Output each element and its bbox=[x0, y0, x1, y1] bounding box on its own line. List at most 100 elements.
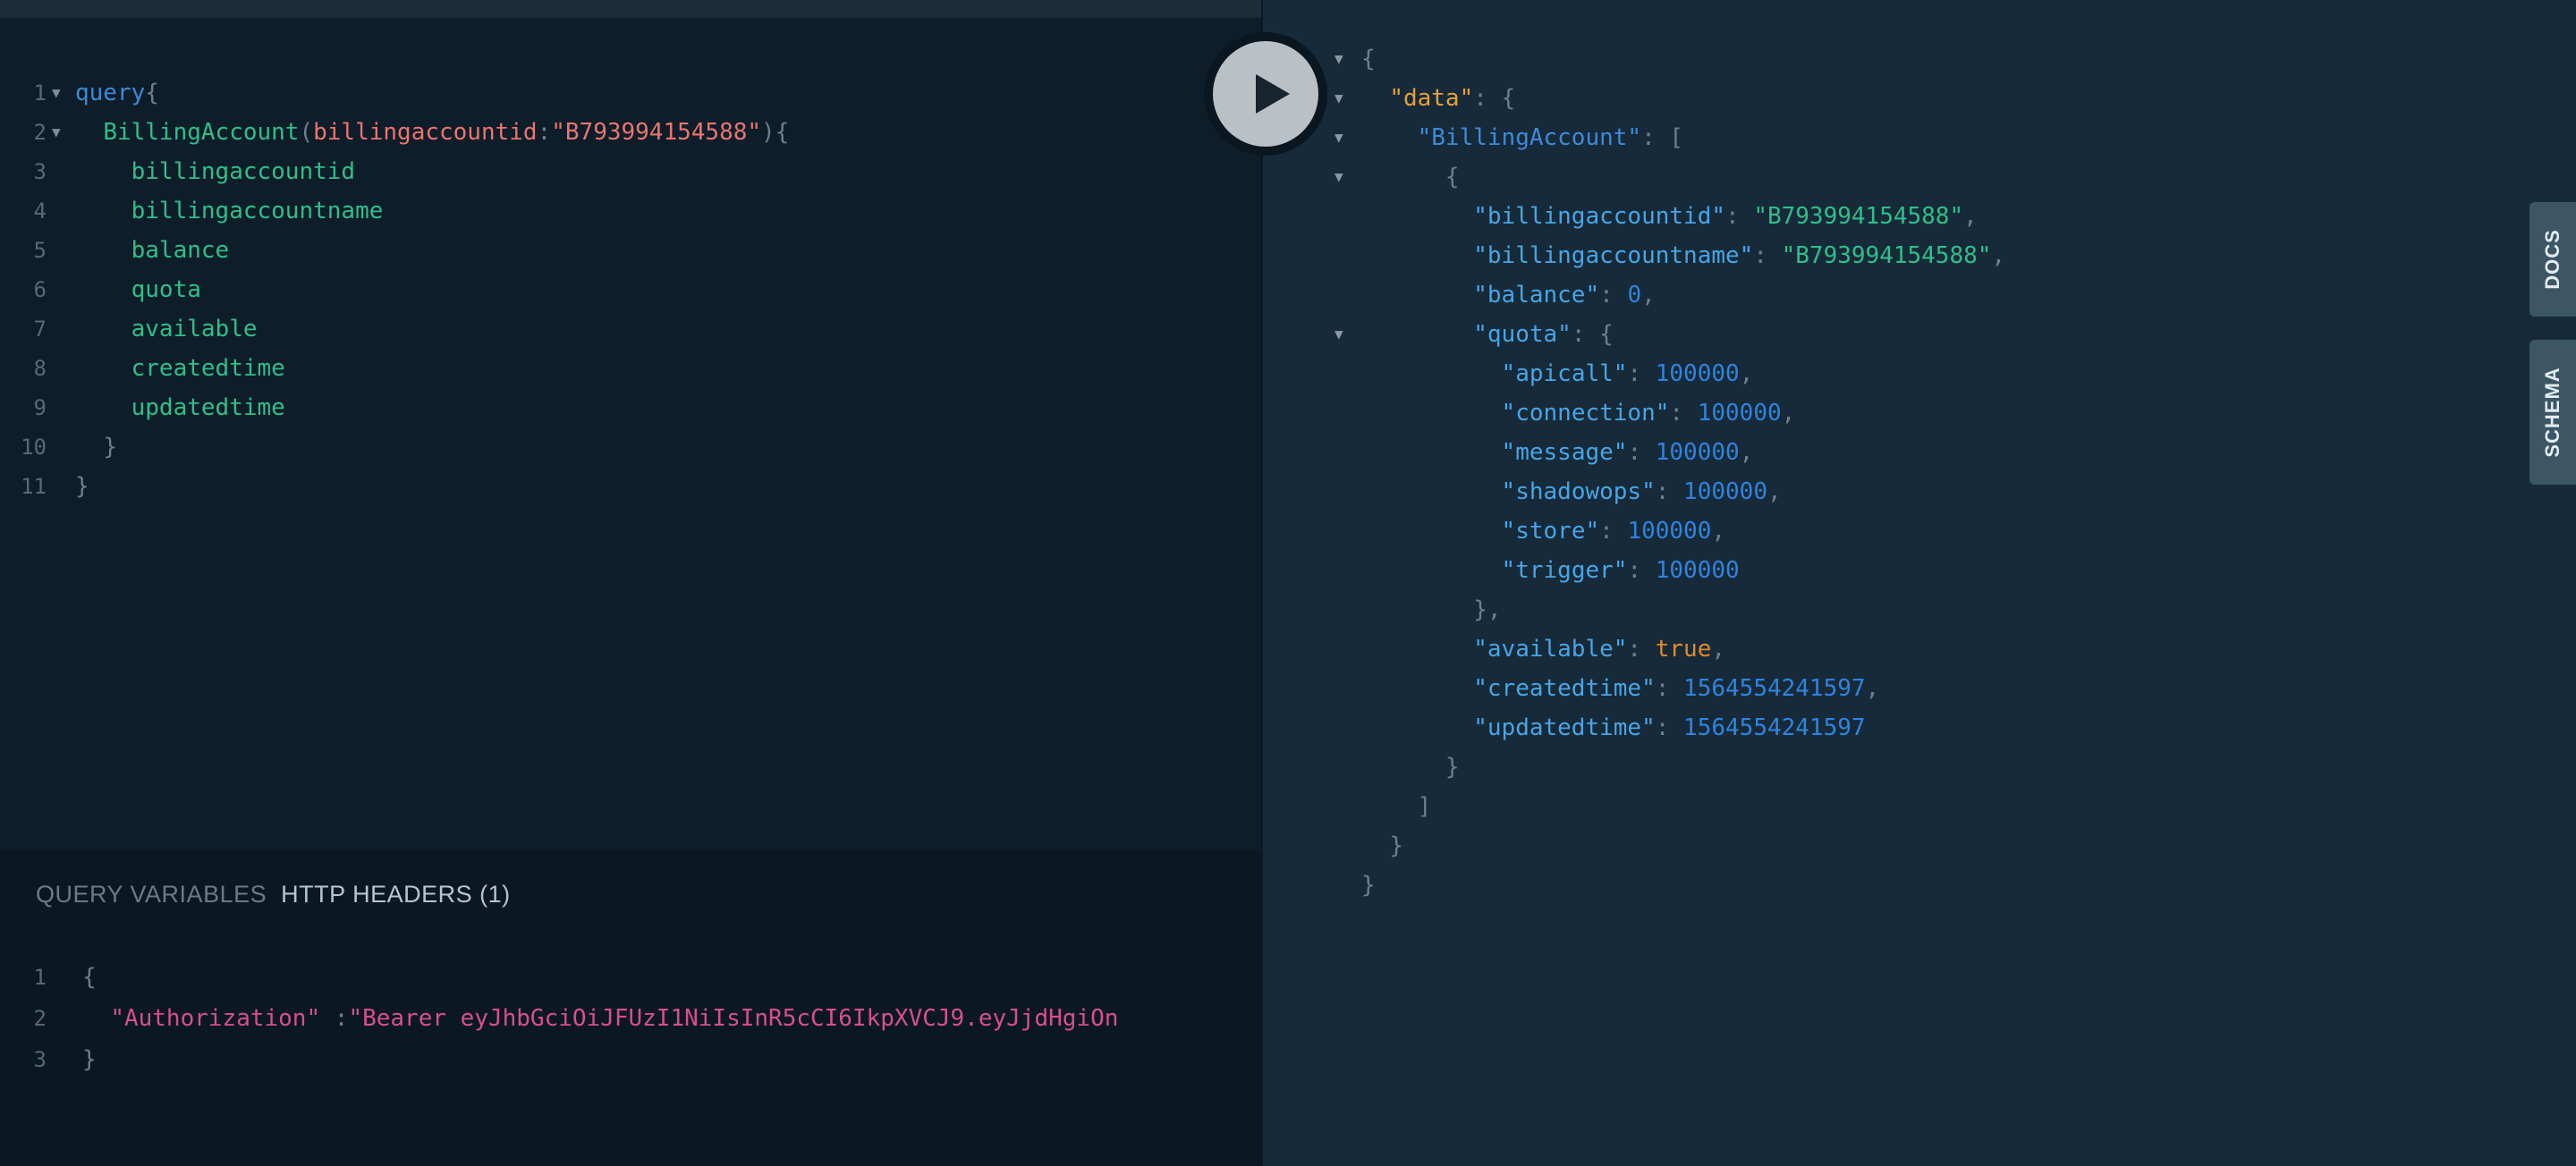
tab-query-variables[interactable]: QUERY VARIABLES bbox=[36, 876, 267, 912]
schema-tab[interactable]: SCHEMA bbox=[2529, 340, 2576, 485]
code-line[interactable]: 5 balance bbox=[0, 231, 1261, 270]
result-text: { bbox=[1361, 39, 1376, 79]
code-token: 100000 bbox=[1655, 360, 1740, 387]
code-text: } bbox=[75, 427, 117, 467]
line-number: 11 bbox=[21, 474, 47, 499]
line-number: 7 bbox=[33, 317, 47, 342]
fold-arrow-icon[interactable]: ▼ bbox=[1335, 79, 1343, 118]
result-line: ▼ "quota": { bbox=[1263, 315, 2426, 354]
code-token: { bbox=[82, 964, 97, 991]
fold-arrow-icon[interactable]: ▼ bbox=[52, 73, 61, 113]
variables-pane: QUERY VARIABLES HTTP HEADERS (1) 1{2 "Aut… bbox=[0, 849, 1261, 1166]
code-token: 1564554241597 bbox=[1683, 714, 1866, 741]
fold-arrow-icon[interactable]: ▼ bbox=[1335, 39, 1343, 79]
code-line[interactable]: 2 ▼ BillingAccount(billingaccountid:"B793… bbox=[0, 113, 1261, 152]
execute-button-face[interactable] bbox=[1213, 41, 1318, 147]
code-text: "Authorization" :"Bearer eyJhbGciOiJFUzI… bbox=[82, 998, 1118, 1039]
code-line[interactable]: 1 ▼ query{ bbox=[0, 73, 1261, 113]
code-token: "B793994154588" bbox=[1753, 203, 1964, 230]
code-token: { bbox=[1361, 46, 1376, 72]
code-token: : [ bbox=[1641, 124, 1684, 151]
code-line[interactable]: 4 billingaccountname bbox=[0, 191, 1261, 231]
line-number: 2 bbox=[33, 1006, 47, 1031]
code-line[interactable]: 10 } bbox=[0, 427, 1261, 467]
code-token: true bbox=[1655, 636, 1712, 663]
code-token: 100000 bbox=[1655, 557, 1740, 584]
fold-arrow-icon[interactable]: ▼ bbox=[1335, 315, 1343, 354]
code-line[interactable]: 7 available bbox=[0, 309, 1261, 349]
query-editor[interactable]: 1 ▼ query{2 ▼ BillingAccount(billingaccount… bbox=[0, 18, 1261, 849]
code-line[interactable]: 1{ bbox=[0, 957, 1261, 998]
line-number: 3 bbox=[33, 159, 47, 184]
result-text: "createdtime": 1564554241597, bbox=[1361, 669, 1879, 708]
result-line: ▼ "data": { bbox=[1263, 79, 2426, 118]
fold-arrow-icon[interactable]: ▼ bbox=[1335, 157, 1343, 197]
result-text: "connection": 100000, bbox=[1361, 393, 1796, 433]
code-token: , bbox=[1711, 518, 1726, 545]
code-text: billingaccountname bbox=[75, 191, 384, 231]
code-token: : bbox=[537, 119, 552, 146]
code-token: { bbox=[775, 119, 790, 146]
result-line: "apicall": 100000, bbox=[1263, 354, 2426, 393]
line-number: 4 bbox=[33, 199, 47, 224]
code-token: "message" bbox=[1501, 439, 1628, 466]
code-token: , bbox=[1711, 636, 1726, 663]
result-line: ] bbox=[1263, 787, 2426, 826]
result-line: "trigger": 100000 bbox=[1263, 551, 2426, 590]
code-text: billingaccountid bbox=[75, 152, 355, 191]
code-token: }, bbox=[1473, 596, 1502, 623]
result-line: }, bbox=[1263, 590, 2426, 629]
code-line[interactable]: 8 createdtime bbox=[0, 349, 1261, 388]
result-text: } bbox=[1361, 748, 1460, 787]
code-token: , bbox=[1739, 360, 1754, 387]
play-icon bbox=[1256, 74, 1290, 114]
code-token: balance bbox=[131, 237, 230, 264]
code-token: 0 bbox=[1627, 282, 1642, 308]
docs-tab[interactable]: DOCS bbox=[2529, 202, 2576, 317]
result-text: }, bbox=[1361, 590, 1502, 629]
execute-query-button[interactable] bbox=[1204, 32, 1327, 156]
result-text: "billingaccountname": "B793994154588", bbox=[1361, 236, 2005, 275]
code-token: 100000 bbox=[1683, 478, 1767, 505]
result-text: "shadowops": 100000, bbox=[1361, 472, 1782, 511]
result-line: "updatedtime": 1564554241597 bbox=[1263, 708, 2426, 748]
fold-arrow-icon[interactable]: ▼ bbox=[1335, 118, 1343, 157]
result-line: "balance": 0, bbox=[1263, 275, 2426, 315]
result-text: ] bbox=[1361, 787, 1432, 826]
result-line: "createdtime": 1564554241597, bbox=[1263, 669, 2426, 708]
code-line[interactable]: 3} bbox=[0, 1039, 1261, 1080]
code-token: 100000 bbox=[1697, 400, 1782, 427]
code-line[interactable]: 11} bbox=[0, 467, 1261, 506]
code-token: : bbox=[1599, 282, 1628, 308]
code-token: "updatedtime" bbox=[1473, 714, 1656, 741]
result-text: "balance": 0, bbox=[1361, 275, 1656, 315]
code-token: "trigger" bbox=[1501, 557, 1628, 584]
query-code[interactable]: 1 ▼ query{2 ▼ BillingAccount(billingaccount… bbox=[0, 73, 1261, 506]
code-token: : bbox=[1655, 714, 1684, 741]
code-line[interactable]: 9 updatedtime bbox=[0, 388, 1261, 427]
code-line[interactable]: 3 billingaccountid bbox=[0, 152, 1261, 191]
code-line[interactable]: 6 quota bbox=[0, 270, 1261, 309]
code-line[interactable]: 2 "Authorization" :"Bearer eyJhbGciOiJFU… bbox=[0, 998, 1261, 1039]
schema-tab-label: SCHEMA bbox=[2541, 367, 2563, 458]
tab-http-headers[interactable]: HTTP HEADERS (1) bbox=[281, 876, 511, 912]
code-text: updatedtime bbox=[75, 388, 285, 427]
code-token: , bbox=[1963, 203, 1978, 230]
line-number: 1 bbox=[33, 965, 47, 990]
fold-arrow-icon[interactable]: ▼ bbox=[52, 113, 61, 152]
headers-editor[interactable]: 1{2 "Authorization" :"Bearer eyJhbGciOiJ… bbox=[0, 957, 1261, 1080]
result-line: "billingaccountname": "B793994154588", bbox=[1263, 236, 2426, 275]
